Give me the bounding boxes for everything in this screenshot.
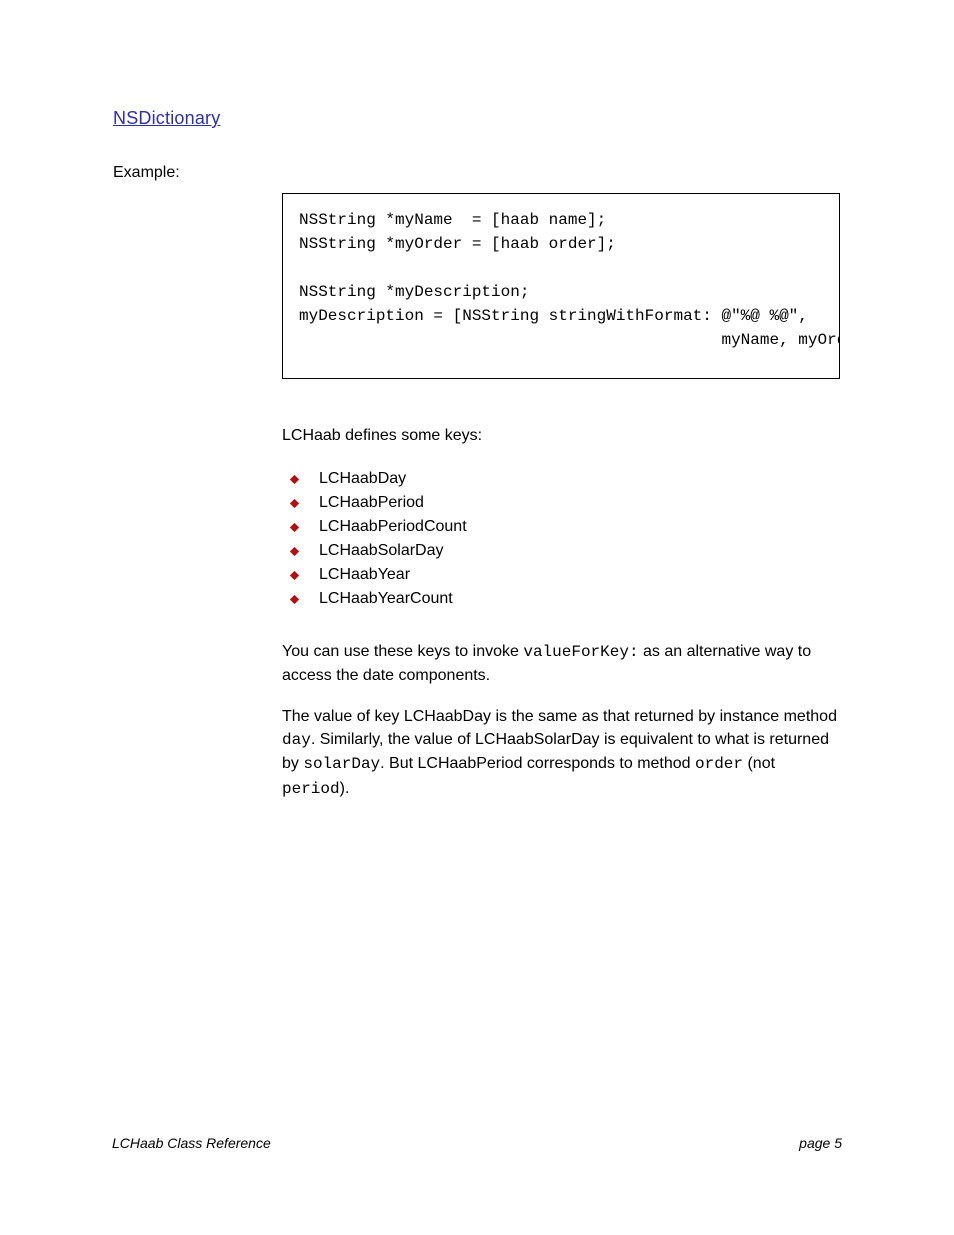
intro-paragraph: LCHaab defines some keys:: [282, 424, 482, 447]
key-name: LCHaabDay: [319, 470, 406, 488]
key-name: LCHaabSolarDay: [319, 542, 444, 560]
footer-page-number: 5: [834, 1135, 842, 1151]
method-solarday: solarDay: [303, 755, 380, 773]
list-item: LCHaabPeriodCount: [288, 518, 467, 536]
para3-tail: ).: [340, 780, 350, 797]
footer-title: LCHaab Class Reference: [112, 1135, 271, 1151]
example-code: NSString *myName = [haab name]; NSString…: [299, 211, 840, 349]
list-item: LCHaabSolarDay: [288, 542, 467, 560]
para3-mid2: . But LCHaabPeriod corresponds to method: [380, 755, 695, 772]
nsdictionary-link[interactable]: NSDictionary: [113, 108, 220, 129]
page: NSDictionary Example: NSString *myName =…: [0, 0, 954, 1235]
footer-page-label: page: [799, 1135, 834, 1151]
list-item: LCHaabYear: [288, 566, 467, 584]
valueforkey-text: valueForKey:: [523, 643, 638, 661]
diamond-icon: [288, 473, 301, 486]
method-day: day: [282, 731, 311, 749]
key-name: LCHaabPeriodCount: [319, 518, 467, 536]
key-name: LCHaabYearCount: [319, 590, 453, 608]
para2-prefix: You can use these keys to invoke: [282, 643, 523, 660]
diamond-icon: [288, 593, 301, 606]
diamond-icon: [288, 545, 301, 558]
footer-page: page 5: [799, 1135, 842, 1151]
key-name: LCHaabYear: [319, 566, 410, 584]
method-order: order: [695, 755, 743, 773]
example-code-box: NSString *myName = [haab name]; NSString…: [282, 193, 840, 379]
method-period: period: [282, 780, 340, 798]
list-item: LCHaabYearCount: [288, 590, 467, 608]
list-item: LCHaabDay: [288, 470, 467, 488]
list-item: LCHaabPeriod: [288, 494, 467, 512]
example-label: Example:: [113, 164, 180, 182]
paragraph-valueforkey: You can use these keys to invoke valueFo…: [282, 640, 838, 687]
diamond-icon: [288, 497, 301, 510]
key-name: LCHaabPeriod: [319, 494, 424, 512]
para3-prefix: The value of key LCHaabDay is the same a…: [282, 708, 837, 725]
key-bullet-list: LCHaabDay LCHaabPeriod LCHaabPeriodCount LC…: [288, 470, 467, 608]
paragraph-key-mapping: The value of key LCHaabDay is the same a…: [282, 705, 840, 801]
para3-mid3: (not: [743, 755, 775, 772]
diamond-icon: [288, 569, 301, 582]
diamond-icon: [288, 521, 301, 534]
